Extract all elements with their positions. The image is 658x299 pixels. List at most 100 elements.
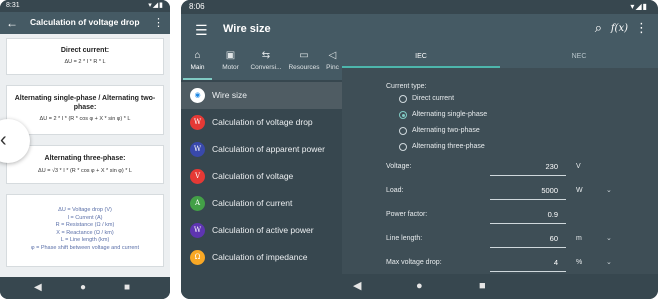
field-row-power-factor: Power factor: 0.9 — [386, 208, 646, 224]
legend-line: L = Line length (km) — [60, 237, 110, 243]
tablet-device: 8:06 ▾◢▮ ☰ Wire size ⌕ f(x) ⋮ ⌂ Main ▣ M… — [181, 0, 658, 299]
home-icon: ⌂ — [194, 50, 201, 61]
chevron-down-icon[interactable]: ⌄ — [606, 234, 612, 242]
nav-recents-icon[interactable]: ■ — [479, 280, 486, 292]
power-factor-input[interactable]: 0.9 — [490, 208, 566, 224]
load-input[interactable]: 5000 — [490, 184, 566, 200]
radio-circle — [399, 95, 407, 103]
tab-main[interactable]: ⌂ Main — [181, 46, 214, 80]
legend-line: ΔU = Voltage drop (V) — [58, 207, 112, 213]
card-formula: ΔU = 2 * I * R * L — [64, 59, 106, 65]
radio-circle — [399, 143, 407, 151]
field-unit: V — [576, 163, 581, 170]
tab-conversion[interactable]: ⇆ Conversi... — [247, 46, 285, 80]
menu-item-wire-size[interactable]: ◉ Wire size — [181, 82, 342, 109]
menu-icon[interactable]: ☰ — [195, 22, 208, 38]
current-type-label: Current type: — [386, 83, 427, 90]
card-title: Alternating single-phase / Alternating t… — [14, 95, 156, 111]
current-icon: A — [190, 196, 205, 211]
navigation-drawer: ⌂ Main ▣ Motor ⇆ Conversi... ▭ Resources… — [181, 46, 342, 274]
tablet-nav-bar: ◀ ● ■ — [181, 274, 658, 299]
formula-card-ac-single: Alternating single-phase / Alternating t… — [6, 85, 164, 135]
nav-home-icon[interactable]: ● — [416, 280, 423, 292]
pinout-icon: ◁ — [328, 50, 337, 61]
motor-icon: ▣ — [225, 50, 236, 61]
phone-app-bar: ← Calculation of voltage drop ⋮ — [0, 12, 170, 34]
field-label: Voltage: — [386, 163, 412, 170]
formula-card-dc: Direct current: ΔU = 2 * I * R * L — [6, 38, 164, 75]
wire-size-icon: ◉ — [190, 88, 205, 103]
apparent-power-icon: W — [190, 142, 205, 157]
tablet-status-bar: 8:06 ▾◢▮ — [181, 0, 658, 14]
impedance-icon: Ω — [190, 250, 205, 265]
legend-line: R = Resistance (Ω / km) — [55, 222, 115, 228]
status-icons: ▾◢▮ — [630, 2, 648, 11]
nav-home-icon[interactable]: ● — [80, 282, 86, 294]
radio-circle-selected — [399, 111, 407, 119]
legend-line: I = Current (A) — [67, 214, 103, 221]
line-length-input[interactable]: 60 — [490, 232, 566, 248]
field-unit: W — [576, 187, 583, 194]
phone-nav-bar: ◀ ● ■ — [0, 277, 170, 299]
chevron-down-icon[interactable]: ⌄ — [606, 258, 612, 266]
field-label: Max voltage drop: — [386, 259, 442, 266]
voltage-input[interactable]: 230 — [490, 160, 566, 176]
conversion-icon: ⇆ — [261, 50, 271, 61]
voltage-icon: V — [190, 169, 205, 184]
tablet-app-bar: ☰ Wire size ⌕ f(x) ⋮ — [181, 14, 658, 46]
field-label: Line length: — [386, 235, 423, 242]
back-arrow-icon[interactable]: ← — [6, 15, 18, 31]
standard-tabs: IEC NEC — [342, 46, 658, 68]
legend-line: X = Reactance (Ω / km) — [56, 229, 114, 236]
card-formula: ΔU = 2 * I * (R * cos φ + X * sin φ) * L — [39, 116, 131, 122]
field-row-voltage: Voltage: 230 V — [386, 160, 646, 176]
status-icons: ▾◢▮ — [148, 2, 164, 9]
status-time: 8:06 — [189, 2, 205, 11]
formula-card-ac-three: Alternating three-phase: ΔU = √3 * I * (… — [6, 145, 164, 184]
radio-circle — [399, 127, 407, 135]
drawer-tabs: ⌂ Main ▣ Motor ⇆ Conversi... ▭ Resources… — [181, 46, 342, 80]
menu-item-voltage[interactable]: V Calculation of voltage — [181, 163, 342, 190]
status-time: 8:31 — [6, 2, 20, 9]
more-vert-icon[interactable]: ⋮ — [153, 16, 164, 30]
field-row-max-voltage-drop: Max voltage drop: 4 % ⌄ — [386, 256, 646, 272]
tab-pinout[interactable]: ◁ Pinc — [323, 46, 342, 80]
voltage-drop-icon: W — [190, 115, 205, 130]
phone-content: Direct current: ΔU = 2 * I * R * L Alter… — [0, 34, 170, 277]
page-title: Calculation of voltage drop — [30, 17, 140, 27]
wire-size-form: IEC NEC Current type: Direct current Alt… — [342, 46, 658, 274]
search-icon[interactable]: ⌕ — [595, 20, 602, 36]
tab-resources[interactable]: ▭ Resources — [285, 46, 323, 80]
chevron-down-icon[interactable]: ⌄ — [606, 186, 612, 194]
menu-item-impedance[interactable]: Ω Calculation of impedance — [181, 244, 342, 271]
card-title: Alternating three-phase: — [44, 155, 126, 162]
max-voltage-drop-input[interactable]: 4 — [490, 256, 566, 272]
page-title: Wire size — [223, 23, 271, 35]
legend-card: ΔU = Voltage drop (V) I = Current (A) R … — [6, 194, 164, 267]
field-label: Power factor: — [386, 211, 428, 218]
legend-line: φ = Phase shift between voltage and curr… — [31, 244, 139, 251]
card-title: Direct current: — [60, 47, 110, 54]
nav-recents-icon[interactable]: ■ — [124, 282, 130, 294]
formula-icon[interactable]: f(x) — [611, 22, 628, 36]
nav-back-icon[interactable]: ◀ — [353, 280, 361, 292]
field-row-load: Load: 5000 W ⌄ — [386, 184, 646, 200]
field-unit: m — [576, 235, 582, 242]
chevron-left-icon: ‹ — [0, 129, 7, 151]
menu-item-active-power[interactable]: W Calculation of active power — [181, 217, 342, 244]
card-formula: ΔU = √3 * I * (R * cos φ + X * sin φ) * … — [38, 168, 132, 174]
nav-back-icon[interactable]: ◀ — [34, 282, 42, 294]
field-unit: % — [576, 259, 583, 266]
phone-status-bar: 8:31 ▾◢▮ — [0, 0, 170, 12]
tab-iec[interactable]: IEC — [342, 46, 500, 68]
menu-item-voltage-drop[interactable]: W Calculation of voltage drop — [181, 109, 342, 136]
menu-item-current[interactable]: A Calculation of current — [181, 190, 342, 217]
more-vert-icon[interactable]: ⋮ — [635, 20, 648, 36]
menu-item-apparent-power[interactable]: W Calculation of apparent power — [181, 136, 342, 163]
folder-icon: ▭ — [299, 50, 309, 61]
field-row-line-length: Line length: 60 m ⌄ — [386, 232, 646, 248]
screenshot-stage: 8:31 ▾◢▮ ← Calculation of voltage drop ⋮… — [0, 0, 658, 299]
tab-nec[interactable]: NEC — [500, 46, 658, 68]
active-power-icon: W — [190, 223, 205, 238]
tab-motor[interactable]: ▣ Motor — [214, 46, 247, 80]
